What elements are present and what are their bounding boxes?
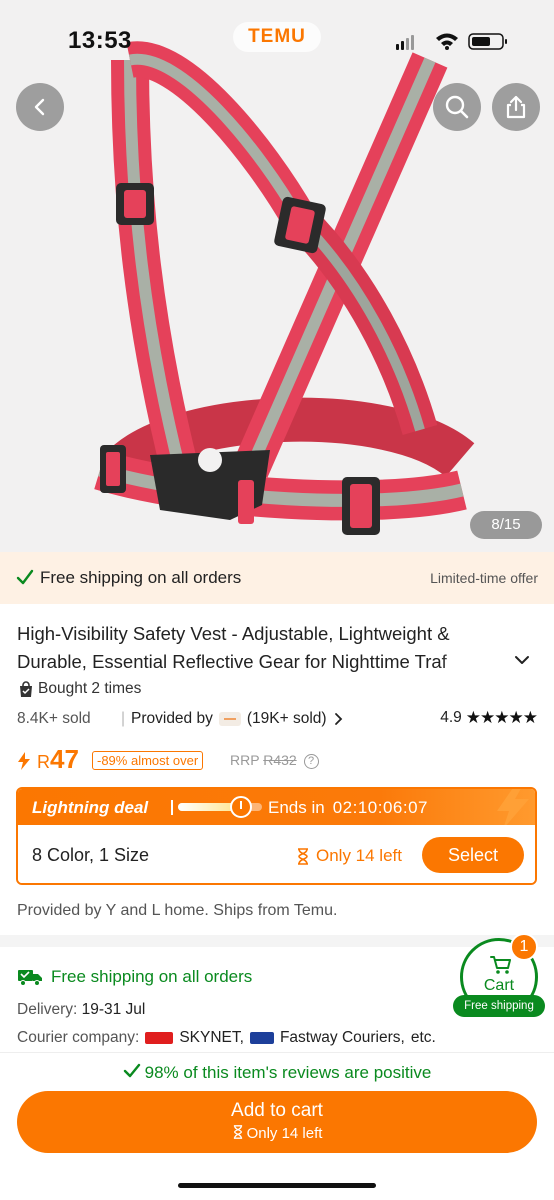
store-sold-count: (19K+ sold) [246, 710, 327, 727]
wifi-icon [436, 33, 458, 50]
store-logo [218, 712, 241, 726]
product-title[interactable]: High-Visibility Safety Vest - Adjustable… [17, 620, 512, 676]
rating-value: 4.9 [440, 709, 462, 726]
share-button[interactable] [492, 83, 540, 131]
rrp-value: R432 [263, 752, 297, 768]
courier-label: Courier company: [17, 1029, 140, 1046]
rating[interactable]: 4.9 ★★★★★ [440, 708, 538, 728]
chevron-down-icon[interactable] [512, 650, 532, 670]
sales-row: 8.4K+ sold | Provided by (19K+ sold) 4.9… [17, 708, 538, 730]
positive-reviews: 98% of this item's reviews are positive [0, 1062, 554, 1083]
lightning-deal-header: Lightning deal Ends in 02:10:06:07 [18, 789, 535, 829]
shopping-bag-icon [20, 680, 32, 697]
stock-left: Only 14 left [296, 846, 402, 866]
countdown: Ends in 02:10:06:07 [268, 798, 428, 818]
temu-logo: TEMU [233, 22, 321, 52]
battery-icon [468, 33, 507, 50]
chevron-right-icon [334, 713, 342, 725]
status-bar: 13:53 TEMU [0, 0, 554, 80]
cart-free-shipping-pill: Free shipping [453, 995, 545, 1017]
cart-label: Cart [483, 977, 515, 994]
check-icon [16, 569, 34, 585]
courier-fastway: Fastway Couriers, [279, 1029, 405, 1046]
add-to-cart-label: Add to cart [231, 1100, 323, 1121]
title-fade [440, 648, 500, 676]
cart-icon [490, 956, 511, 974]
search-button[interactable] [433, 83, 481, 131]
cellular-signal-icon [396, 35, 414, 50]
bought-text: Bought 2 times [38, 680, 142, 697]
free-shipping-banner: Free shipping on all orders Limited-time… [0, 552, 554, 604]
free-shipping-text: Free shipping on all orders [40, 568, 242, 587]
status-time: 13:53 [68, 27, 132, 54]
add-to-cart-stock-text: Only 14 left [246, 1125, 323, 1142]
price-row: R47 -89% almost over RRP R432 ? [17, 744, 537, 776]
product-image-gallery[interactable]: 13:53 TEMU 8/15 [0, 0, 554, 552]
select-button[interactable]: Select [422, 837, 524, 873]
add-to-cart-button[interactable]: Add to cart Only 14 left [17, 1091, 537, 1153]
back-button[interactable] [16, 83, 64, 131]
lightning-decoration-icon [497, 789, 529, 829]
hourglass-icon [233, 1125, 242, 1139]
price-currency: R [37, 752, 50, 772]
status-icons [396, 33, 507, 50]
discount-tag: -89% almost over [92, 751, 204, 770]
provided-note: Provided by Y and L home. Ships from Tem… [17, 902, 338, 919]
bottom-action-bar: 98% of this item's reviews are positive … [0, 1052, 554, 1200]
countdown-time: 02:10:06:07 [332, 798, 429, 817]
section-divider [0, 935, 554, 947]
courier-skynet: SKYNET, [179, 1029, 244, 1046]
check-icon [123, 1063, 140, 1078]
info-icon[interactable]: ? [303, 754, 319, 769]
limited-offer-text: Limited-time offer [430, 570, 538, 586]
delivery-label: Delivery: [17, 1001, 78, 1018]
search-icon [445, 95, 469, 119]
stock-left-text: Only 14 left [316, 846, 402, 865]
delivery-value: 19-31 Jul [81, 1001, 146, 1018]
divider [171, 800, 173, 815]
rrp: RRP R432 ? [230, 752, 319, 769]
lightning-icon [18, 752, 30, 770]
product-image [94, 41, 475, 535]
chevron-left-icon [34, 98, 45, 116]
provided-by-label: Provided by [131, 710, 213, 727]
home-indicator [178, 1183, 376, 1188]
lightning-deal-body: 8 Color, 1 Size Only 14 left Select [18, 825, 535, 883]
shipping-section-title[interactable]: Free shipping on all orders [17, 967, 252, 987]
store-link[interactable]: Provided by (19K+ sold) [131, 710, 343, 728]
variant-summary[interactable]: 8 Color, 1 Size [32, 845, 149, 866]
separator: | [121, 710, 126, 727]
delivery-truck-icon [18, 970, 42, 986]
share-icon [506, 95, 526, 119]
image-counter: 8/15 [470, 511, 542, 539]
lightning-deal-label: Lightning deal [32, 798, 149, 817]
courier-etc: etc. [410, 1029, 436, 1046]
positive-reviews-text: 98% of this item's reviews are positive [144, 1063, 432, 1082]
courier-row: Courier company: SKYNET, Fastway Courier… [17, 1029, 436, 1047]
cart-count-badge: 1 [510, 933, 538, 961]
rrp-label: RRP [230, 752, 260, 768]
star-rating-icon: ★★★★★ [465, 708, 538, 727]
price-value: 47 [50, 744, 79, 774]
add-to-cart-stock: Only 14 left [17, 1125, 537, 1142]
price: R47 [37, 744, 79, 775]
skynet-logo [145, 1032, 174, 1044]
bought-count: Bought 2 times [18, 680, 141, 698]
timer-icon [230, 796, 252, 818]
fastway-logo [249, 1032, 274, 1044]
delivery-date: Delivery: 19-31 Jul [17, 1001, 145, 1019]
ends-label: Ends in [268, 798, 325, 817]
lightning-deal-card: Lightning deal Ends in 02:10:06:07 8 Colo… [16, 787, 537, 885]
sold-count: 8.4K+ sold [17, 710, 91, 727]
shipping-title-text: Free shipping on all orders [51, 967, 253, 986]
hourglass-icon [298, 847, 308, 865]
